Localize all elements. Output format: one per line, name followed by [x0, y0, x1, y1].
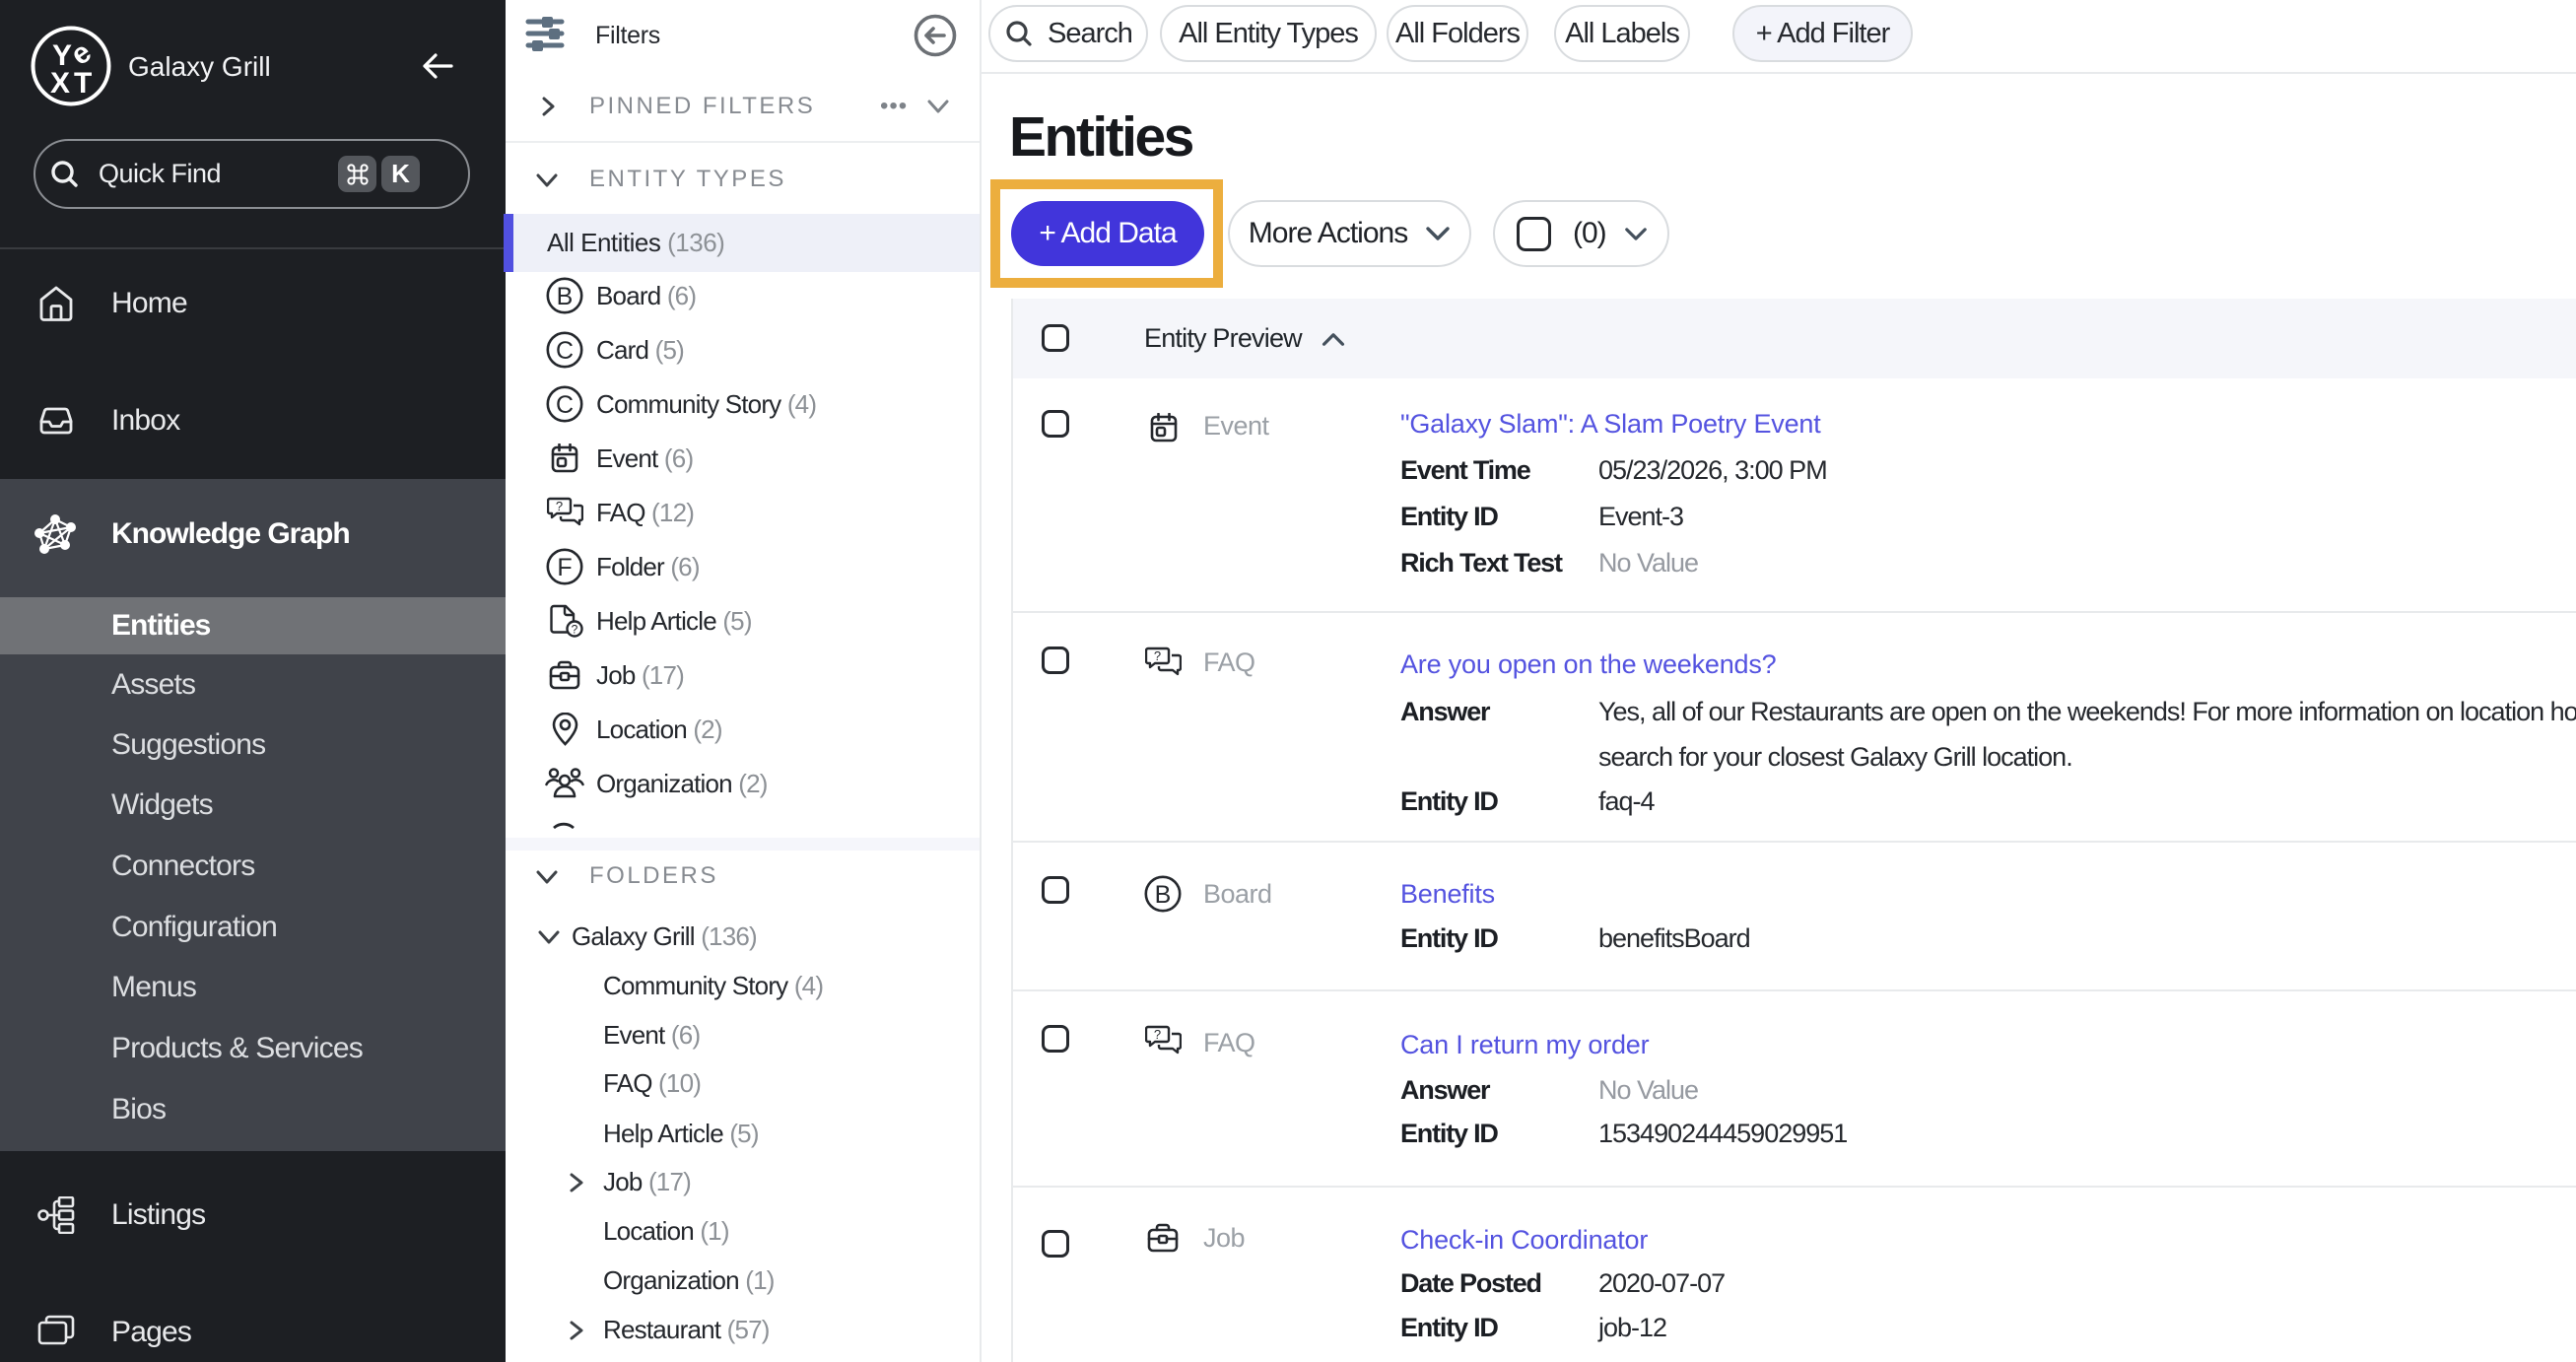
svg-text:T: T [74, 67, 92, 100]
svg-text:B: B [1155, 881, 1172, 909]
svg-text:?: ? [556, 499, 563, 513]
svg-text:?: ? [1154, 1027, 1161, 1042]
svg-text:C: C [556, 391, 574, 419]
svg-text:?: ? [1154, 648, 1161, 663]
svg-text:?: ? [572, 623, 578, 637]
svg-text:C: C [556, 337, 574, 365]
svg-text:X: X [50, 67, 70, 100]
svg-text:B: B [557, 283, 574, 310]
svg-text:F: F [557, 554, 572, 581]
